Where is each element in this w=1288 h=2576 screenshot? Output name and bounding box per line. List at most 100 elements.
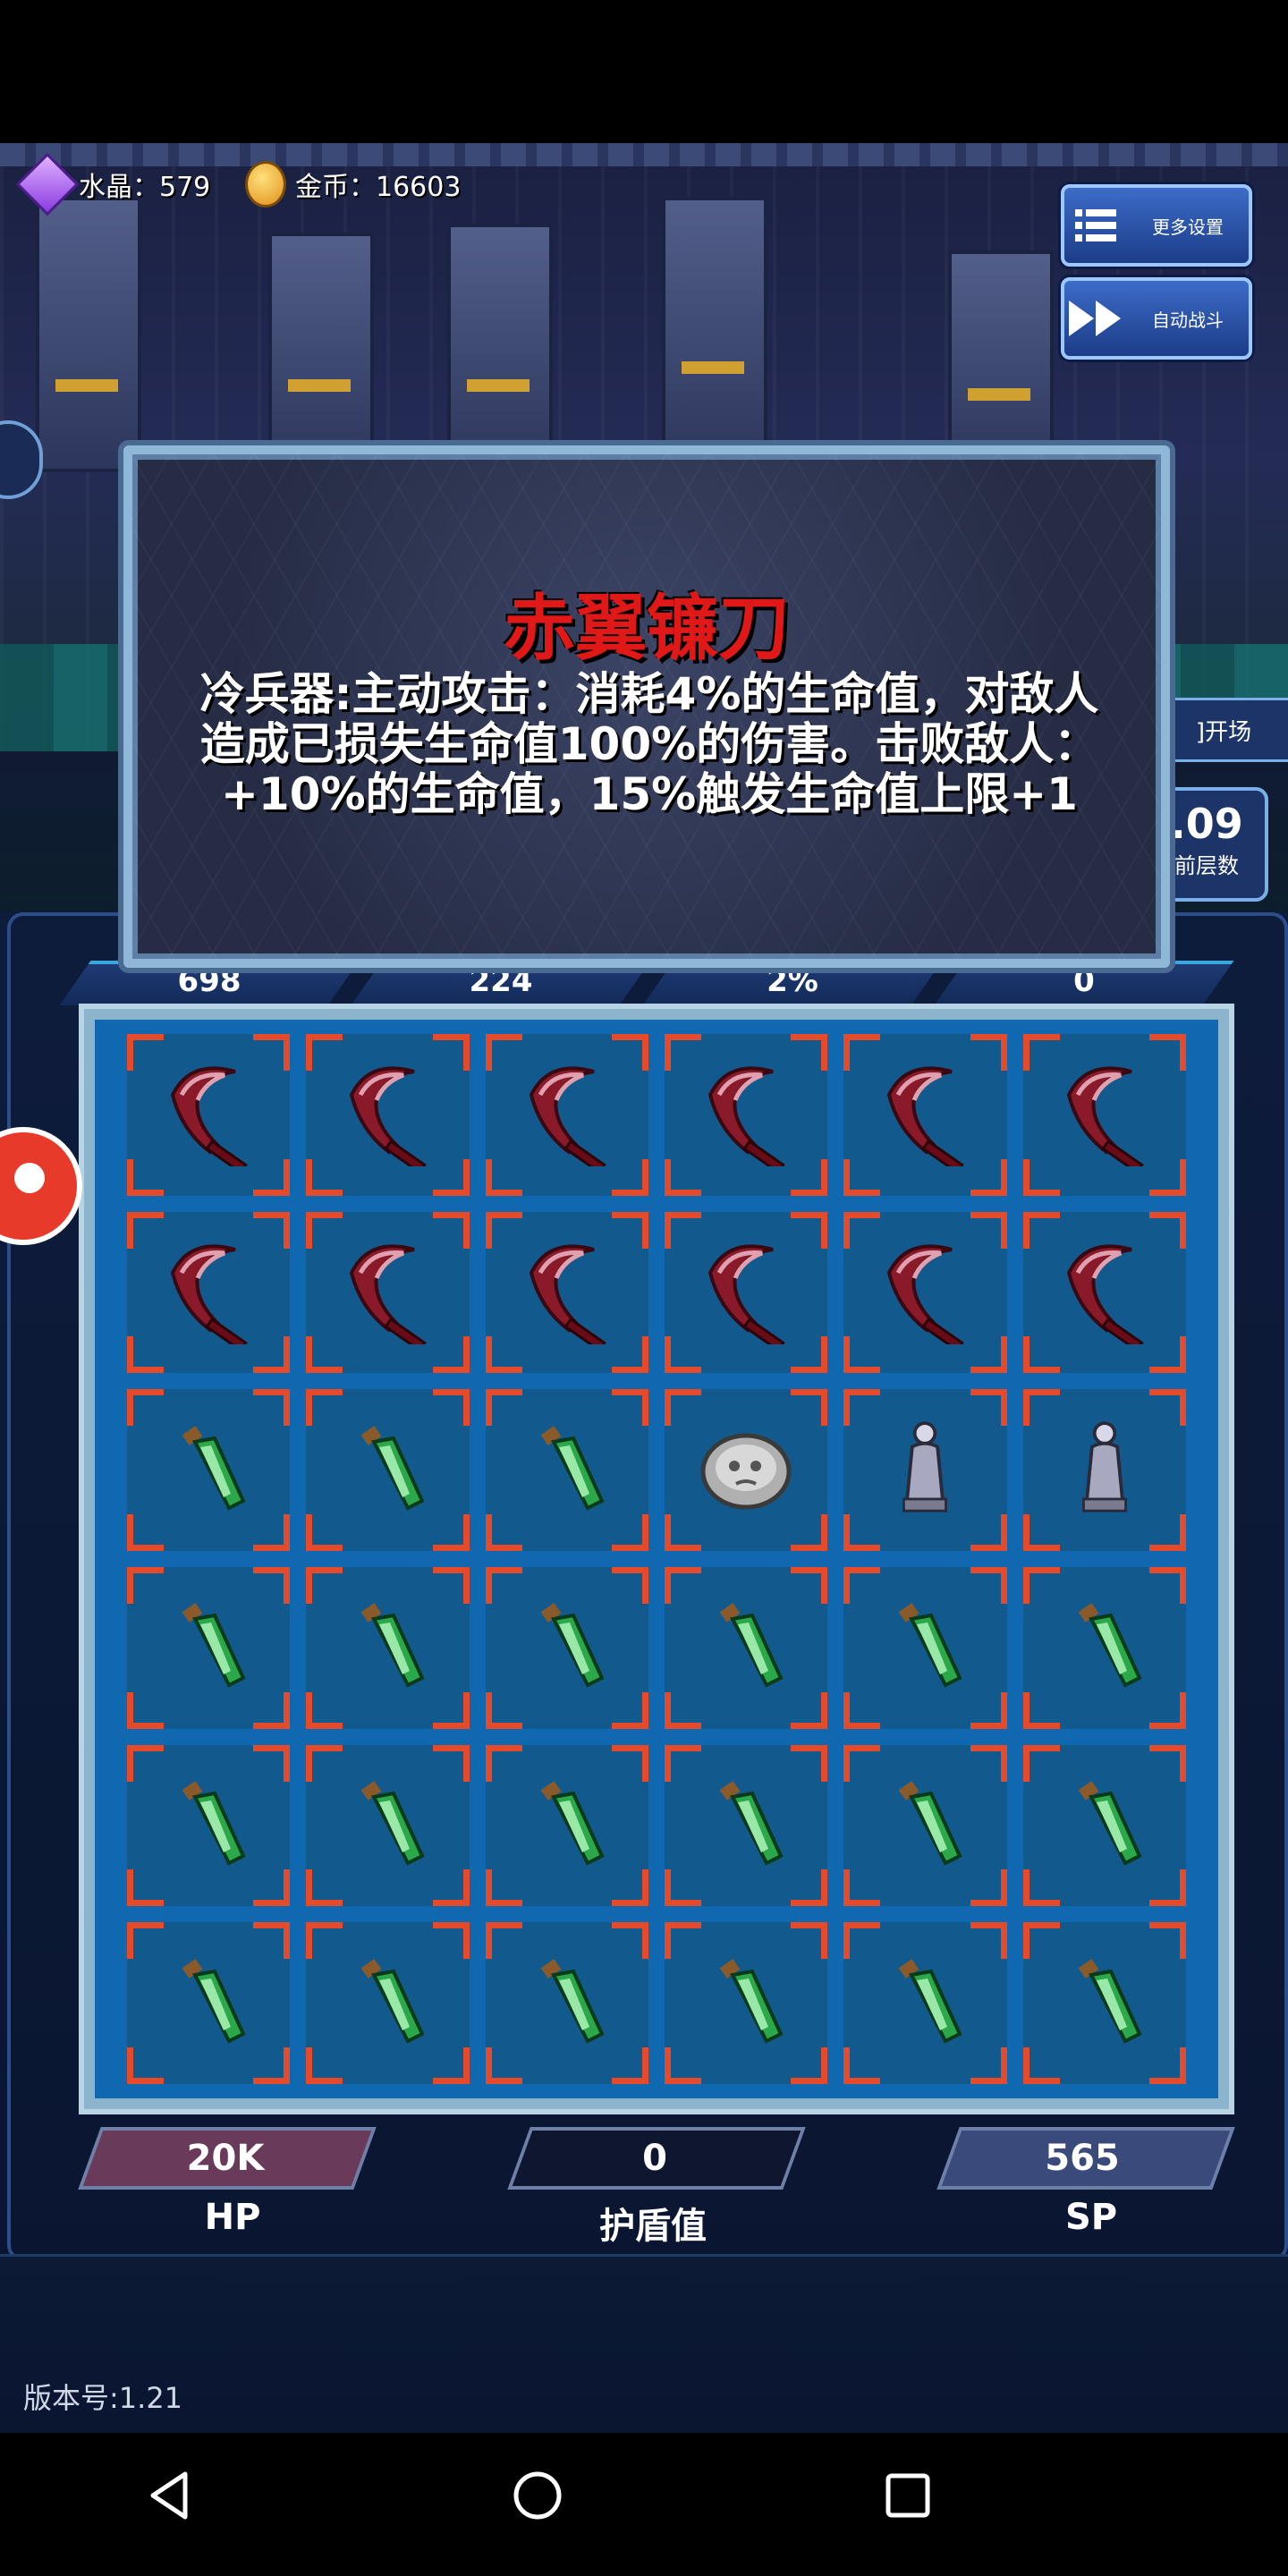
- inventory-slot[interactable]: [664, 1211, 828, 1374]
- potion-icon: [527, 1601, 607, 1694]
- inventory-slot[interactable]: [664, 1922, 828, 2084]
- hp-label: HP: [204, 2197, 261, 2238]
- tooltip-description: 冷兵器:主动攻击：消耗4%的生命值，对敌人造成已损失生命值100%的伤害。击败敌…: [199, 668, 1099, 820]
- inventory-slot[interactable]: [1022, 1567, 1187, 1729]
- inventory-slot[interactable]: [664, 1389, 828, 1551]
- inventory-slot[interactable]: [1022, 1034, 1187, 1196]
- inventory-slot[interactable]: [664, 1034, 828, 1196]
- shield-label: 护盾值: [599, 2206, 707, 2247]
- potion-icon: [706, 1601, 786, 1694]
- inventory-slot[interactable]: [127, 1034, 291, 1196]
- scythe-icon: [513, 1237, 621, 1352]
- gold-label: 金币：16603: [295, 172, 462, 203]
- potion-icon: [706, 1957, 786, 2050]
- shield-value: 0: [642, 2138, 667, 2179]
- inventory-slot[interactable]: [485, 1922, 649, 2084]
- inventory-slot[interactable]: [306, 1034, 470, 1196]
- scythe-icon: [1051, 1237, 1158, 1352]
- inventory-slot[interactable]: [306, 1922, 470, 2084]
- scythe-icon: [513, 1059, 621, 1174]
- auto-battle-label: 自动战斗: [1152, 309, 1224, 331]
- scythe-icon: [871, 1059, 979, 1174]
- status-bar: [0, 0, 1288, 143]
- potion-icon: [168, 1424, 249, 1517]
- inventory-slot[interactable]: [843, 1389, 1007, 1551]
- potion-icon: [527, 1957, 607, 2050]
- inventory-slot[interactable]: [306, 1744, 470, 1907]
- potion-icon: [1064, 1779, 1145, 1872]
- inventory-slot[interactable]: [1022, 1922, 1187, 2084]
- inventory-slot[interactable]: [306, 1567, 470, 1729]
- inventory-slot[interactable]: [485, 1034, 649, 1196]
- home-icon[interactable]: [488, 2446, 587, 2545]
- version-label: 版本号:1.21: [23, 2381, 183, 2415]
- recents-icon[interactable]: [859, 2446, 957, 2545]
- potion-icon: [885, 1601, 965, 1694]
- potion-icon: [885, 1957, 965, 2050]
- potion-icon: [347, 1779, 428, 1872]
- more-settings-button[interactable]: 更多设置: [1061, 184, 1252, 267]
- inventory-slot[interactable]: [664, 1567, 828, 1729]
- inventory-slot[interactable]: [306, 1211, 470, 1374]
- potion-icon: [1064, 1957, 1145, 2050]
- scene-pillar: [447, 224, 553, 472]
- potion-icon: [347, 1957, 428, 2050]
- inventory-grid-frame: [79, 1004, 1234, 2114]
- sp-label: SP: [1064, 2197, 1118, 2238]
- inventory-slot[interactable]: [843, 1034, 1007, 1196]
- inventory-slot[interactable]: [843, 1922, 1007, 2084]
- auto-battle-button[interactable]: 自动战斗: [1061, 277, 1252, 360]
- inventory-slot[interactable]: [1022, 1744, 1187, 1907]
- inventory-slot[interactable]: [127, 1922, 291, 2084]
- statue-icon: [895, 1417, 954, 1524]
- inventory-slot[interactable]: [485, 1389, 649, 1551]
- more-settings-label: 更多设置: [1152, 216, 1224, 238]
- inventory-slot[interactable]: [843, 1211, 1007, 1374]
- inventory-slot[interactable]: [306, 1389, 470, 1551]
- scene-pillar: [948, 250, 1054, 472]
- inventory-slot[interactable]: [664, 1744, 828, 1907]
- hp-value: 20K: [186, 2138, 265, 2179]
- crystal-label: 水晶：579: [79, 172, 211, 203]
- scene-pillar: [36, 197, 141, 472]
- scene-pillar: [268, 233, 374, 472]
- scythe-icon: [334, 1059, 441, 1174]
- potion-icon: [706, 1779, 786, 1872]
- inventory-slot[interactable]: [843, 1744, 1007, 1907]
- item-tooltip[interactable]: 赤翼镰刀 冷兵器:主动攻击：消耗4%的生命值，对敌人造成已损失生命值100%的伤…: [123, 445, 1170, 968]
- potion-icon: [527, 1424, 607, 1517]
- inventory-grid: [95, 1020, 1218, 2098]
- inventory-slot[interactable]: [1022, 1211, 1187, 1374]
- inventory-slot[interactable]: [127, 1389, 291, 1551]
- potion-icon: [885, 1779, 965, 1872]
- scythe-icon: [871, 1237, 979, 1352]
- inventory-slot[interactable]: [485, 1211, 649, 1374]
- inventory-slot[interactable]: [127, 1211, 291, 1374]
- potion-icon: [1064, 1601, 1145, 1694]
- fast-forward-icon: [1064, 301, 1127, 336]
- scythe-icon: [1051, 1059, 1158, 1174]
- scythe-icon: [692, 1237, 800, 1352]
- potion-icon: [527, 1779, 607, 1872]
- inventory-slot[interactable]: [843, 1567, 1007, 1729]
- inventory-slot[interactable]: [127, 1567, 291, 1729]
- statue-icon: [1075, 1417, 1134, 1524]
- inventory-slot[interactable]: [485, 1567, 649, 1729]
- gold-counter: 金币：16603: [245, 159, 461, 209]
- back-icon[interactable]: [122, 2446, 220, 2545]
- potion-icon: [168, 1601, 249, 1694]
- scythe-icon: [155, 1237, 262, 1352]
- sp-value: 565: [1045, 2138, 1120, 2179]
- scene-pillar: [662, 197, 767, 472]
- potion-icon: [168, 1957, 249, 2050]
- inventory-slot[interactable]: [485, 1744, 649, 1907]
- potion-icon: [347, 1601, 428, 1694]
- crystal-counter: 水晶：579: [15, 152, 211, 216]
- scythe-icon: [155, 1059, 262, 1174]
- bottom-band: [0, 2254, 1288, 2436]
- inventory-slot[interactable]: [1022, 1389, 1187, 1551]
- scythe-icon: [692, 1059, 800, 1174]
- inventory-slot[interactable]: [127, 1744, 291, 1907]
- coin-icon: [245, 161, 286, 208]
- scythe-icon: [334, 1237, 441, 1352]
